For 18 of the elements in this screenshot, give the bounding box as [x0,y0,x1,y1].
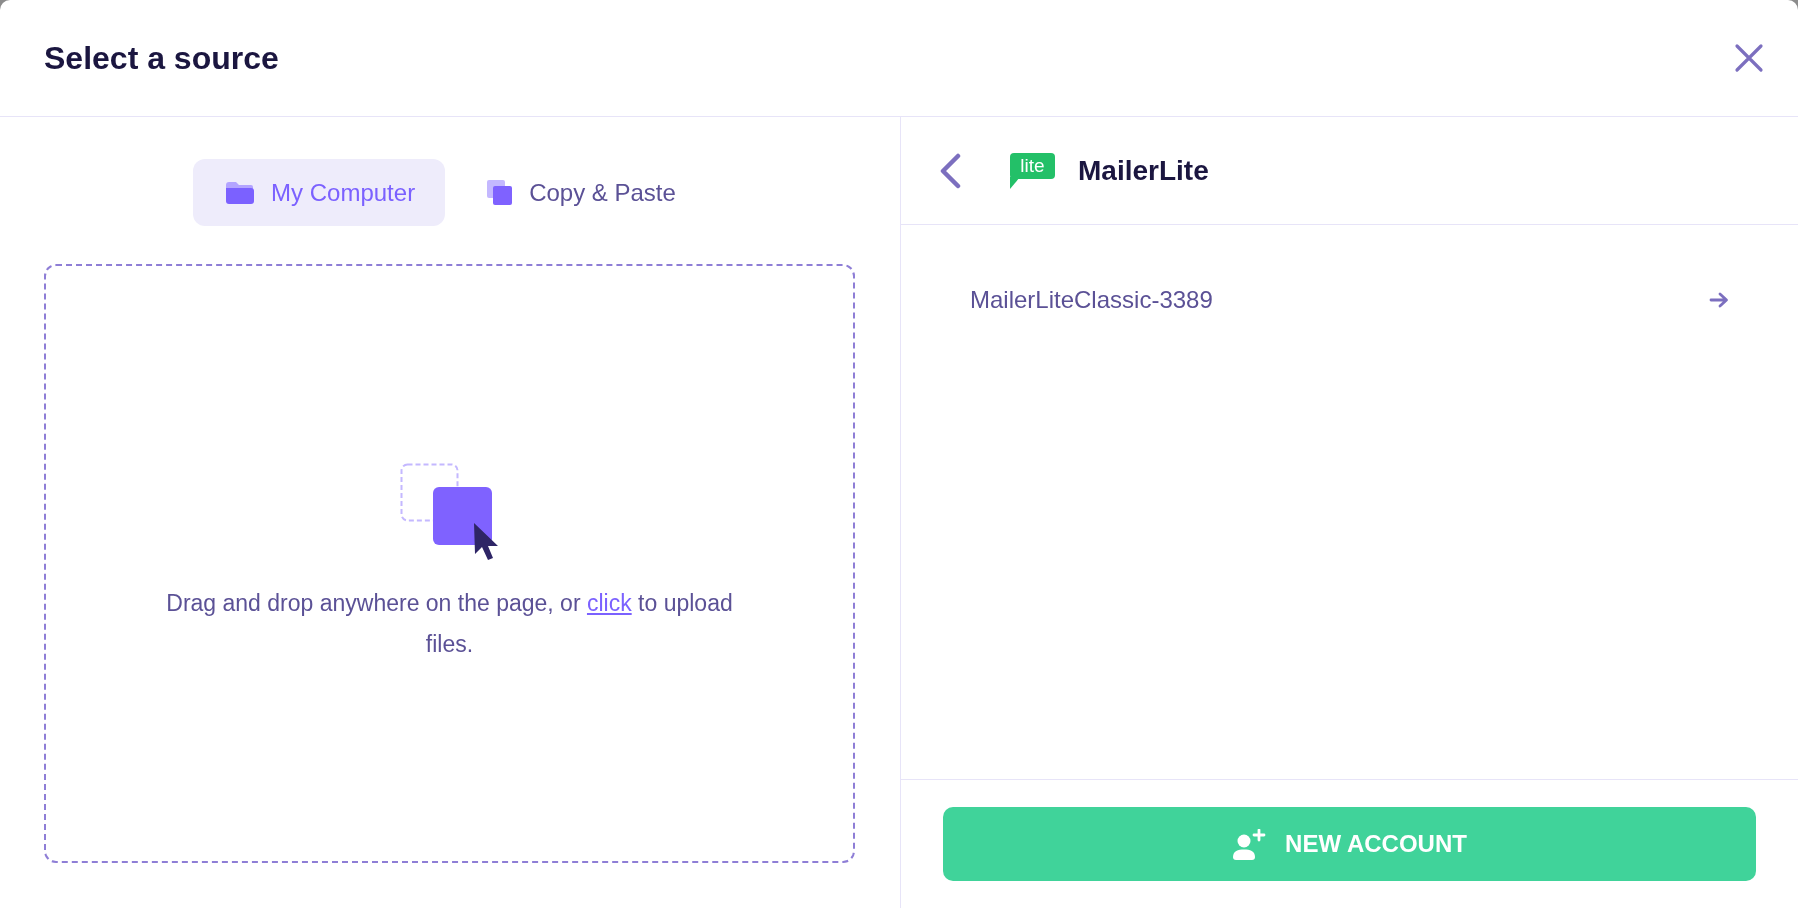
source-name: MailerLite [1078,154,1209,187]
account-item[interactable]: MailerLiteClassic-3389 [901,265,1798,335]
drag-drop-icon [399,462,500,561]
source-tab[interactable]: Copy & Paste [454,159,706,226]
upload-instructions: Drag and drop anywhere on the page, or click to upload files. [165,588,734,659]
dialog-title: Select a source [44,39,279,77]
copy-icon [487,180,513,205]
lite-logo: lite [1010,152,1055,189]
arrow-right-icon [1709,292,1729,308]
chevron-left-icon [939,152,961,189]
back-button[interactable] [939,152,961,189]
upload-link[interactable]: click [586,589,632,616]
close-button[interactable] [1734,43,1764,73]
folder-icon [226,181,255,204]
drop-zone[interactable]: Drag and drop anywhere on the page, or click to upload files. [44,264,855,863]
close-icon [1734,43,1764,73]
add-user-icon [1232,828,1267,860]
source-tab[interactable]: My Computer [193,159,446,226]
